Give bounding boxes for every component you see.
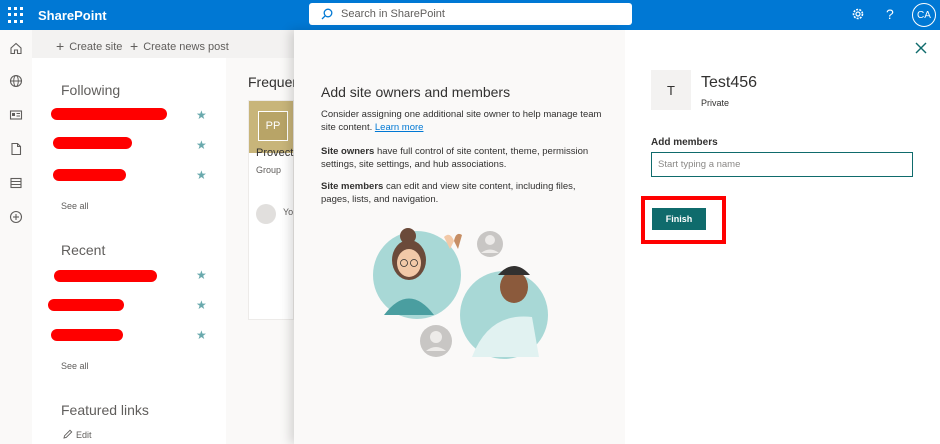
app-rail — [0, 30, 32, 444]
search-box[interactable] — [309, 3, 632, 25]
user-avatar[interactable]: CA — [912, 3, 936, 27]
recent-heading: Recent — [61, 242, 106, 258]
following-heading: Following — [61, 82, 121, 98]
site-name: Test456 — [701, 74, 758, 91]
site-card-banner: PP — [249, 101, 293, 153]
owners-label: Site owners — [321, 146, 375, 157]
gear-icon[interactable] — [851, 7, 865, 21]
create-site-button[interactable]: + Create site — [56, 37, 123, 54]
add-members-label: Add members — [651, 137, 718, 148]
help-icon[interactable]: ? — [886, 6, 894, 22]
edit-link[interactable]: Edit — [63, 428, 92, 440]
site-card-name[interactable]: Provect — [256, 147, 293, 159]
search-icon — [321, 8, 333, 20]
redacted-site-link[interactable] — [51, 108, 167, 120]
plus-icon: + — [130, 38, 139, 54]
add-members-input[interactable] — [651, 152, 913, 177]
featured-links-heading: Featured links — [61, 402, 149, 418]
person-avatar — [256, 204, 276, 224]
site-card-type: Group — [256, 165, 282, 175]
team-illustration — [373, 228, 548, 359]
star-icon[interactable]: ★ — [196, 108, 207, 122]
suite-header: SharePoint ? CA — [0, 0, 940, 30]
star-icon[interactable]: ★ — [196, 168, 207, 182]
search-input[interactable] — [341, 5, 621, 23]
redacted-site-link[interactable] — [53, 137, 132, 149]
app-brand[interactable]: SharePoint — [38, 8, 107, 23]
news-icon[interactable] — [9, 108, 23, 122]
close-icon[interactable] — [914, 41, 928, 55]
plus-icon: + — [56, 38, 65, 54]
star-icon[interactable]: ★ — [196, 268, 207, 282]
site-card-activity: Yo — [283, 207, 294, 217]
learn-more-link[interactable]: Learn more — [375, 122, 424, 133]
info-intro: Consider assigning one additional site o… — [321, 108, 606, 134]
redacted-site-link[interactable] — [48, 299, 124, 311]
info-members: Site members can edit and view site cont… — [321, 180, 606, 206]
redacted-site-link[interactable] — [54, 270, 157, 282]
edit-label: Edit — [76, 430, 92, 440]
create-news-post-button[interactable]: + Create news post — [130, 37, 229, 54]
redacted-site-link[interactable] — [51, 329, 123, 341]
following-see-all-link[interactable]: See all — [61, 201, 89, 211]
info-owners: Site owners have full control of site co… — [321, 145, 606, 171]
list-icon[interactable] — [9, 176, 23, 190]
finish-button[interactable]: Finish — [652, 208, 706, 230]
waffle-icon[interactable] — [8, 7, 24, 23]
document-icon[interactable] — [9, 142, 23, 156]
redacted-site-link[interactable] — [53, 169, 126, 181]
site-logo-tile: T — [651, 70, 691, 110]
info-intro-text: Consider assigning one additional site o… — [321, 109, 602, 133]
home-icon[interactable] — [9, 41, 23, 55]
star-icon[interactable]: ★ — [196, 138, 207, 152]
site-card-logo: PP — [258, 111, 288, 141]
add-members-panel: T Test456 Private Add members Finish — [625, 30, 940, 444]
create-news-label: Create news post — [143, 41, 229, 53]
star-icon[interactable]: ★ — [196, 298, 207, 312]
globe-icon[interactable] — [9, 74, 23, 88]
pencil-icon — [63, 429, 73, 439]
left-nav-panel: Following ★ ★ ★ See all Recent ★ ★ ★ See… — [32, 58, 226, 444]
add-circle-icon[interactable] — [9, 210, 23, 224]
site-privacy: Private — [701, 98, 730, 108]
members-label: Site members — [321, 181, 384, 192]
info-panel: Add site owners and members Consider ass… — [294, 30, 625, 444]
create-site-label: Create site — [69, 41, 123, 53]
recent-see-all-link[interactable]: See all — [61, 361, 89, 371]
info-heading: Add site owners and members — [321, 84, 511, 100]
star-icon[interactable]: ★ — [196, 328, 207, 342]
